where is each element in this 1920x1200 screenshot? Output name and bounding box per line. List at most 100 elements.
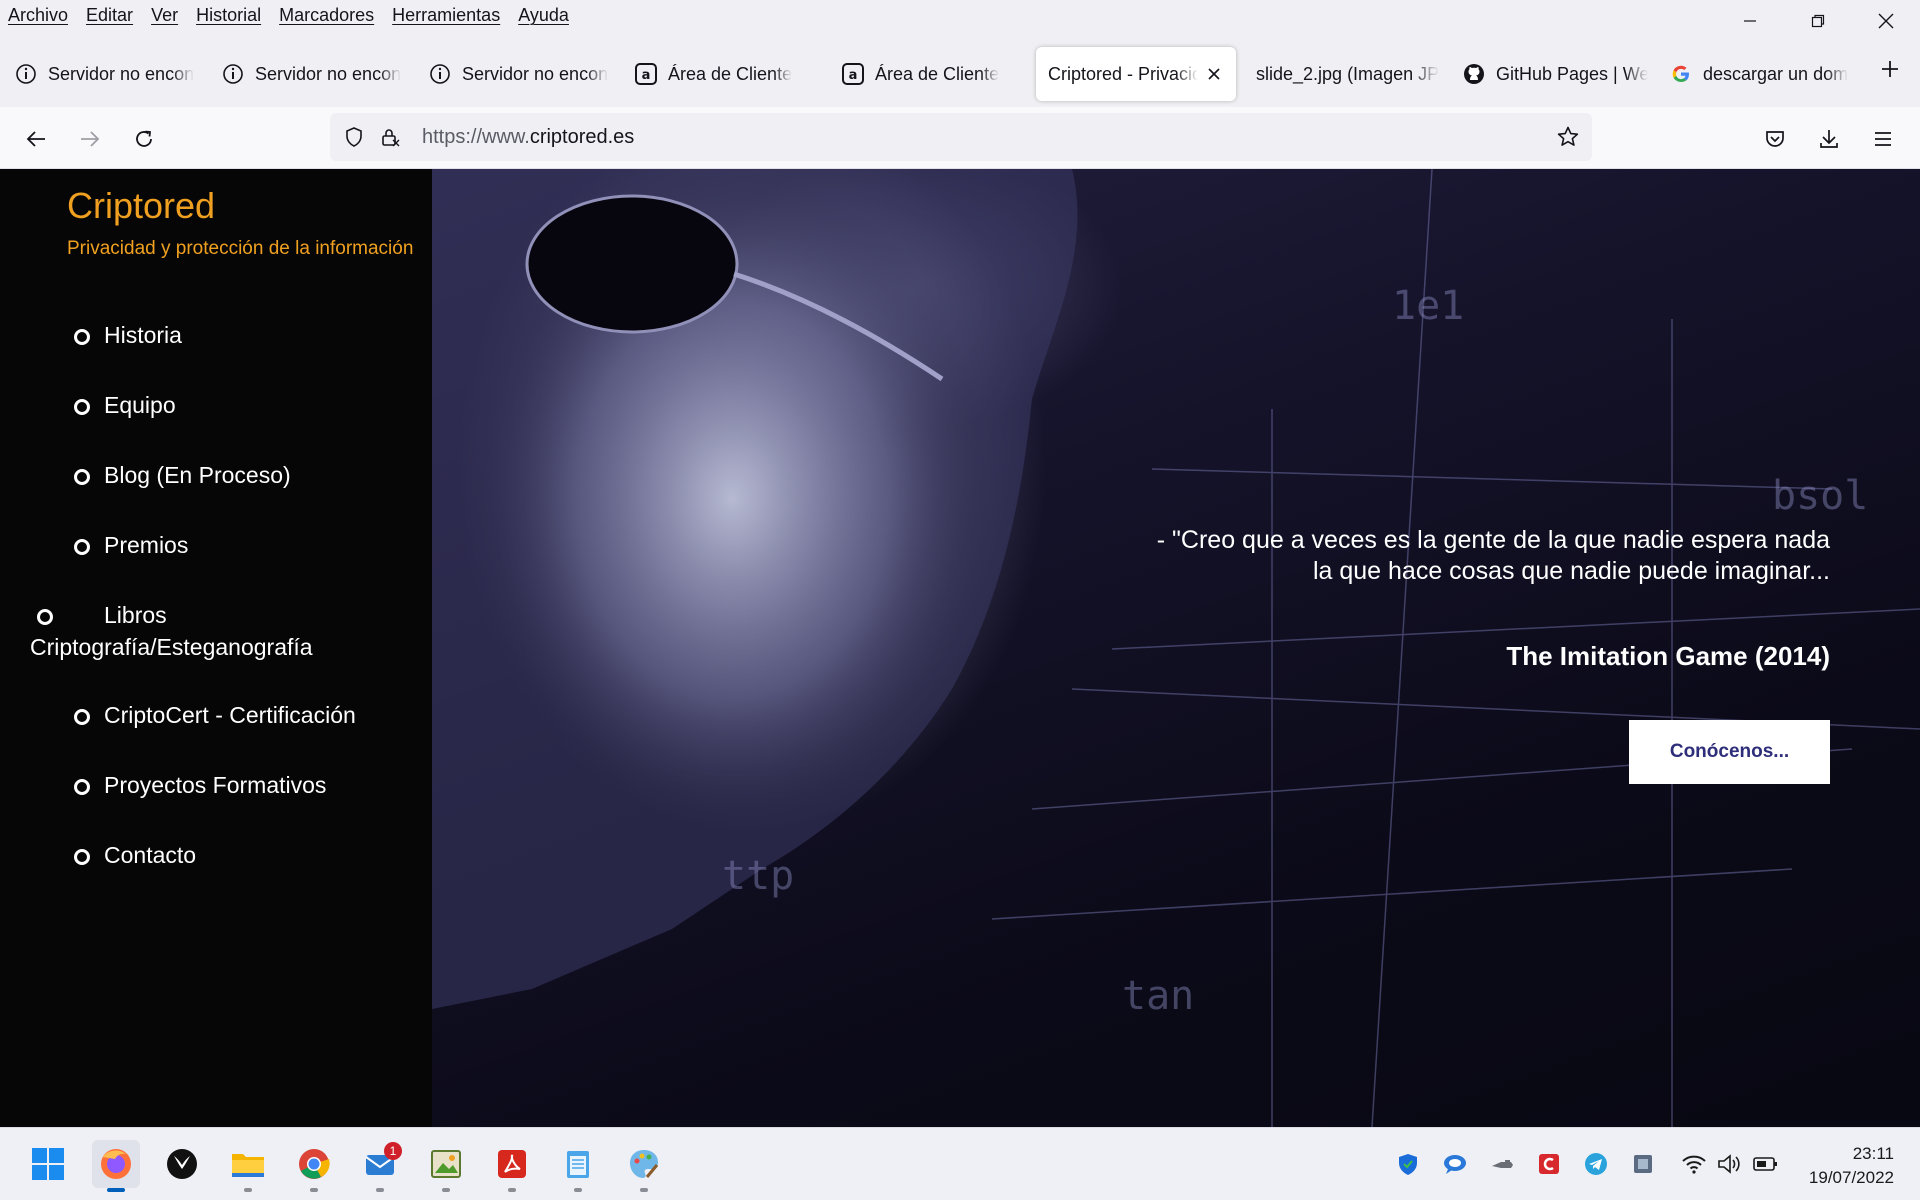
navigation-toolbar: https://www.criptored.es — [0, 107, 1920, 169]
tab-strip: Servidor no encon Servidor no encon Serv… — [0, 31, 1920, 107]
site-title[interactable]: Criptored — [67, 185, 215, 227]
taskbar-firefox[interactable] — [92, 1140, 140, 1192]
tab-title: Servidor no encon — [462, 63, 609, 84]
defender-tray-icon[interactable] — [1394, 1150, 1422, 1178]
image-viewer-icon — [431, 1150, 461, 1178]
close-tab-button[interactable] — [1202, 62, 1226, 86]
quote-source: The Imitation Game (2014) — [1506, 641, 1830, 671]
wifi-icon[interactable] — [1680, 1150, 1708, 1178]
running-indicator — [376, 1188, 384, 1192]
nav-item-premios[interactable]: Premios — [67, 529, 427, 561]
google-icon — [1669, 62, 1693, 86]
download-icon — [1820, 130, 1838, 148]
restore-icon — [1811, 14, 1825, 28]
notepad-icon — [567, 1151, 589, 1178]
tab-google-search[interactable]: descargar un dom — [1655, 47, 1855, 101]
taskbar-chrome[interactable] — [290, 1140, 338, 1192]
usb-tray-icon[interactable] — [1488, 1150, 1516, 1178]
clock-date: 19/07/2022 — [1808, 1168, 1894, 1187]
running-indicator — [244, 1188, 252, 1192]
shield-icon[interactable] — [334, 117, 374, 157]
system-clock[interactable]: 23:11 19/07/2022 — [1809, 1142, 1894, 1190]
tab-servidor-1[interactable]: Servidor no encon — [0, 47, 200, 101]
url-text[interactable]: https://www.criptored.es — [422, 126, 634, 149]
menu-archivo[interactable]: Archivo — [0, 0, 77, 31]
close-icon — [1878, 13, 1894, 29]
info-icon — [14, 62, 38, 86]
url-domain: criptored.es — [529, 125, 635, 148]
tab-servidor-2[interactable]: Servidor no encon — [207, 47, 407, 101]
taskbar-notepad[interactable] — [554, 1140, 602, 1192]
close-icon — [1208, 68, 1220, 80]
running-indicator — [310, 1188, 318, 1192]
taskbar: 1 23:11 19/07/2022 — [0, 1127, 1920, 1200]
menu-bar: Archivo Editar Ver Historial Marcadores … — [0, 0, 1920, 31]
url-bar[interactable]: https://www.criptored.es — [330, 113, 1592, 161]
tab-title: slide_2.jpg (Imagen JP — [1256, 63, 1440, 84]
nav-item-blog[interactable]: Blog (En Proceso) — [67, 459, 427, 491]
tab-github-pages[interactable]: GitHub Pages | We — [1448, 47, 1648, 101]
tab-area-cliente-1[interactable]: a Área de Cliente — [620, 47, 820, 101]
info-icon — [221, 62, 245, 86]
svg-text:a: a — [642, 68, 651, 83]
menu-herramientas[interactable]: Herramientas — [383, 0, 509, 31]
a-brand-icon: a — [634, 62, 658, 86]
tab-title: Área de Cliente — [668, 63, 793, 84]
menu-editar[interactable]: Editar — [77, 0, 142, 31]
taskbar-image-viewer[interactable] — [422, 1140, 470, 1192]
tab-title: GitHub Pages | We — [1496, 63, 1648, 84]
xbox-icon — [167, 1149, 197, 1179]
taskbar-mail[interactable]: 1 — [356, 1140, 404, 1192]
running-indicator — [574, 1188, 582, 1192]
back-button[interactable] — [16, 119, 56, 159]
nav-item-historia[interactable]: Historia — [67, 319, 427, 351]
battery-icon[interactable] — [1752, 1150, 1780, 1178]
menu-ver[interactable]: Ver — [142, 0, 187, 31]
svg-text:a: a — [849, 68, 858, 83]
bookmark-star-icon[interactable] — [1548, 117, 1588, 157]
volume-icon[interactable] — [1716, 1150, 1744, 1178]
tab-title: Criptored - Privacid — [1048, 63, 1198, 84]
quote-line-2: la que hace cosas que nadie puede imagin… — [1312, 557, 1830, 585]
tab-title: Área de Cliente — [875, 63, 1000, 84]
tab-servidor-3[interactable]: Servidor no encon — [414, 47, 614, 101]
start-button[interactable] — [24, 1140, 72, 1188]
menu-historial[interactable]: Historial — [187, 0, 270, 31]
nav-item-equipo[interactable]: Equipo — [67, 389, 427, 421]
tab-area-cliente-2[interactable]: a Área de Cliente — [827, 47, 1027, 101]
svg-text:tan: tan — [1122, 973, 1194, 1019]
new-tab-button[interactable] — [1870, 49, 1910, 89]
menu-marcadores[interactable]: Marcadores — [270, 0, 383, 31]
chat-tray-icon[interactable] — [1441, 1150, 1469, 1178]
paint-icon — [630, 1150, 659, 1178]
nav-item-proyectos[interactable]: Proyectos Formativos — [67, 769, 427, 801]
running-indicator — [640, 1188, 648, 1192]
conocenos-button[interactable]: Conócenos... — [1629, 720, 1830, 784]
taskbar-acrobat[interactable] — [488, 1140, 536, 1192]
taskbar-xbox[interactable] — [158, 1140, 206, 1188]
lock-icon[interactable] — [370, 117, 410, 157]
reload-button[interactable] — [124, 119, 164, 159]
site-subtitle: Privacidad y protección de la informació… — [67, 238, 414, 259]
app-tray-icon[interactable] — [1629, 1150, 1657, 1178]
clock-time: 23:11 — [1852, 1144, 1894, 1163]
running-indicator — [107, 1188, 125, 1192]
tab-slide-image[interactable]: slide_2.jpg (Imagen JP — [1242, 47, 1442, 101]
taskbar-file-explorer[interactable] — [224, 1140, 272, 1192]
firefox-icon — [101, 1149, 131, 1179]
nav-item-contacto[interactable]: Contacto — [67, 839, 427, 871]
tab-criptored[interactable]: Criptored - Privacid — [1036, 47, 1236, 101]
downloads-button[interactable] — [1809, 119, 1849, 159]
taskbar-paint[interactable] — [620, 1140, 668, 1192]
forward-button[interactable] — [70, 119, 110, 159]
app-menu-button[interactable] — [1863, 119, 1903, 159]
file-explorer-icon — [232, 1154, 264, 1177]
telegram-tray-icon[interactable] — [1582, 1150, 1610, 1178]
nav-item-libros[interactable]: Libros Criptografía/Esteganografía — [30, 599, 427, 663]
menu-ayuda[interactable]: Ayuda — [509, 0, 578, 31]
pocket-button[interactable] — [1755, 119, 1795, 159]
url-prefix: https://www. — [422, 125, 530, 148]
ccleaner-tray-icon[interactable] — [1535, 1150, 1563, 1178]
nav-item-criptocert[interactable]: CriptoCert - Certificación — [67, 699, 427, 731]
running-indicator — [442, 1188, 450, 1192]
